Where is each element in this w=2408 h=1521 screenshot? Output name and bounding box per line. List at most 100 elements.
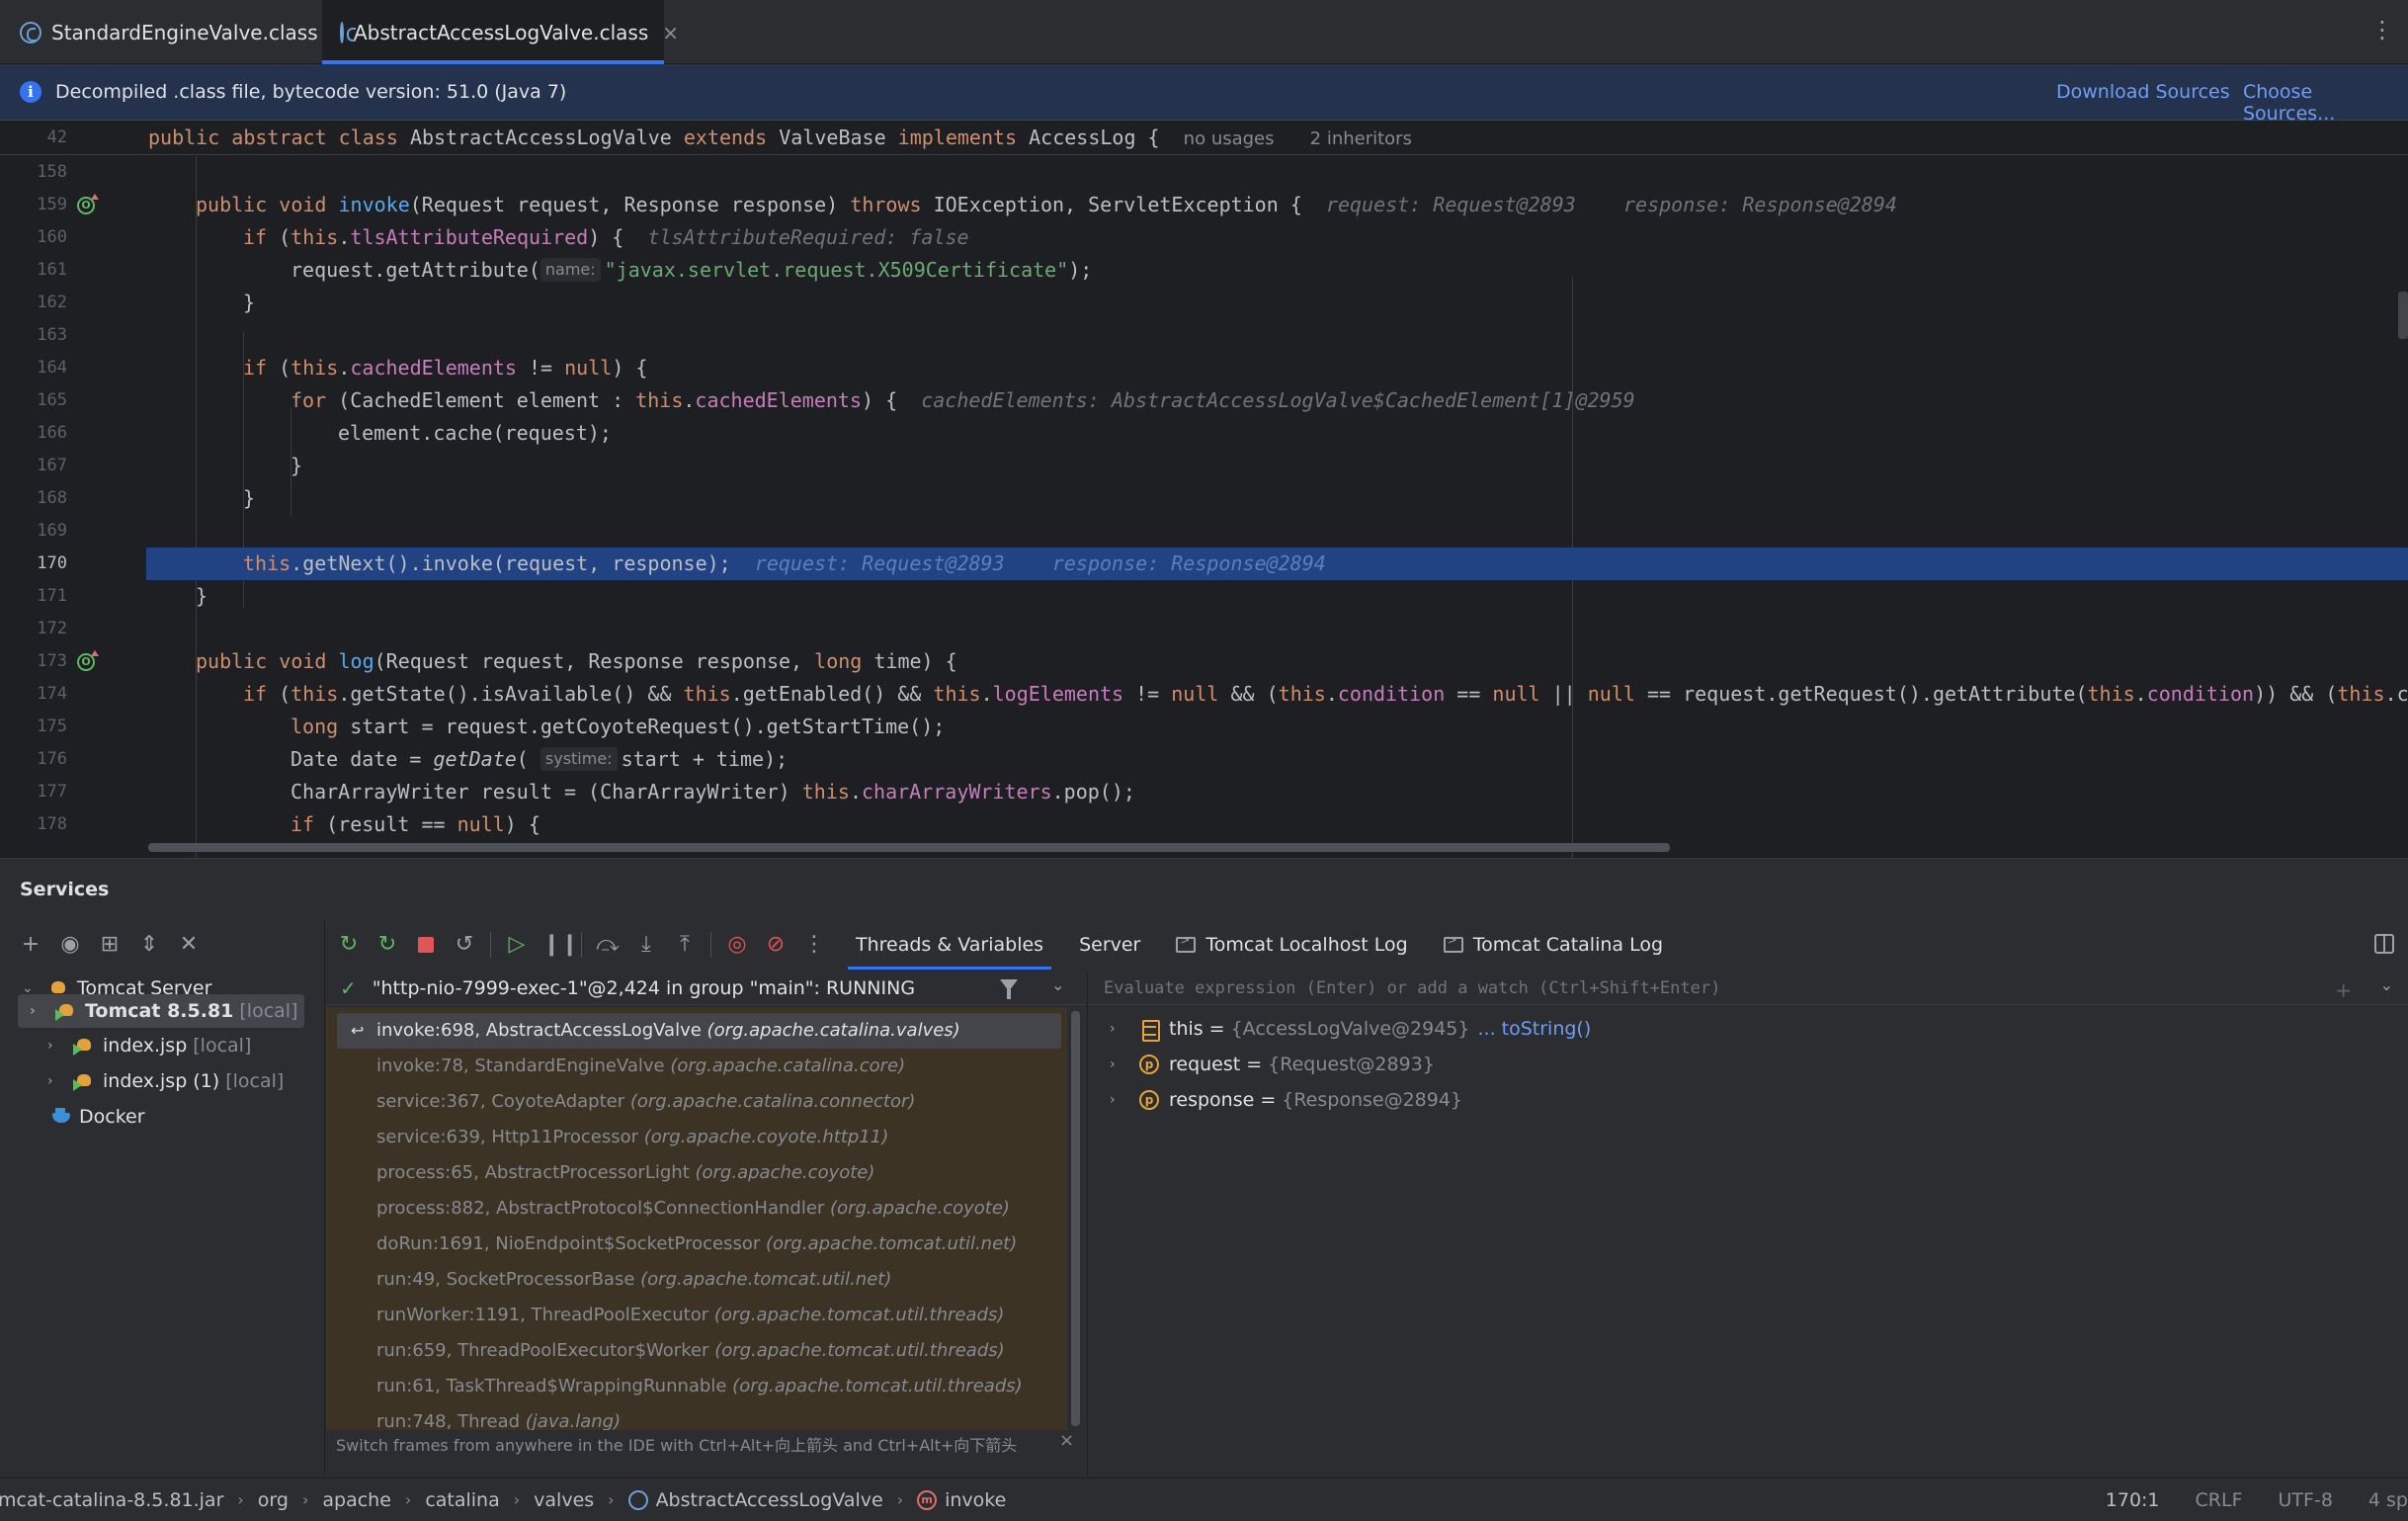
usages-hint[interactable]: no usages [1184,128,1275,149]
close-hint-icon[interactable]: × [1059,1430,1074,1451]
chevron-right-icon[interactable]: › [47,1073,63,1089]
code-line[interactable]: 158 [0,156,2408,189]
mute-breakpoints-icon[interactable]: ⊘ [763,932,789,958]
code-line[interactable]: 177 CharArrayWriter result = (CharArrayW… [0,776,2408,808]
close-tab-icon[interactable]: × [662,21,679,44]
new-group-icon[interactable]: ⊞ [97,932,123,958]
stack-frame[interactable]: invoke:78, StandardEngineValve (org.apac… [326,1049,1067,1084]
code-line[interactable]: 175 long start = request.getCoyoteReques… [0,711,2408,743]
collapse-all-icon[interactable]: ✕ [176,932,202,958]
stack-frame[interactable]: doRun:1691, NioEndpoint$SocketProcessor … [326,1226,1067,1262]
thread-selector[interactable]: ✓ "http-nio-7999-exec-1"@2,424 in group … [326,972,1085,1005]
code-line[interactable]: 172 [0,613,2408,645]
code-line[interactable]: 173 O public void log(Request request, R… [0,645,2408,678]
filter-icon[interactable] [1000,979,1018,999]
chevron-right-icon[interactable]: › [47,1038,63,1054]
breadcrumb-org[interactable]: org [258,1489,289,1511]
current-execution-line[interactable]: 170 this.getNext().invoke(request, respo… [0,548,2408,580]
vertical-scrollbar[interactable] [2398,292,2408,339]
code-line[interactable]: 178 if (result == null) { [0,808,2408,841]
step-out-icon[interactable]: ⤒ [672,932,698,958]
code-line[interactable]: 165 for (CachedElement element : this.ca… [0,384,2408,417]
view-breakpoints-icon[interactable]: ◎ [724,932,750,958]
stack-frame[interactable]: process:882, AbstractProtocol$Connection… [326,1191,1067,1226]
tab-server[interactable]: Server [1061,920,1158,970]
download-sources-link[interactable]: Download Sources [2056,81,2230,103]
override-gutter-icon[interactable]: O [77,650,99,671]
variable-this[interactable]: › this = {AccessLogValve@2945} ... toStr… [1088,1011,1591,1047]
layout-settings-icon[interactable] [2374,934,2394,954]
pause-icon[interactable]: ❙❙ [542,932,579,958]
stack-frame[interactable]: run:61, TaskThread$WrappingRunnable (org… [326,1369,1067,1404]
code-line[interactable]: 166 element.cache(request); [0,417,2408,450]
breadcrumb-method[interactable]: invoke [945,1489,1006,1511]
rerun-icon[interactable]: ↻ [336,932,362,958]
override-gutter-icon[interactable]: O [77,194,99,214]
chevron-right-icon[interactable]: › [30,1003,45,1019]
tab-threads-variables[interactable]: Threads & Variables [838,920,1061,970]
tab-abstract-access-log-valve[interactable]: AbstractAccessLogValve.class × [322,0,679,64]
rerun-failed-icon[interactable]: ↻ [374,932,400,958]
code-line[interactable]: 167 } [0,450,2408,482]
panel-divider[interactable] [324,920,325,1474]
breadcrumb-catalina[interactable]: catalina [425,1489,499,1511]
chevron-down-icon[interactable]: ⌄ [2380,975,2393,994]
sticky-class-header[interactable]: 42 public abstract class AbstractAccessL… [0,122,2408,155]
code-line[interactable]: 163 [0,319,2408,352]
choose-sources-link[interactable]: Choose Sources... [2243,81,2408,125]
breadcrumb-jar[interactable]: mcat-catalina-8.5.81.jar [0,1489,223,1511]
stack-frame[interactable]: service:639, Http11Processor (org.apache… [326,1120,1067,1155]
code-line[interactable]: 162 } [0,287,2408,319]
restart-icon[interactable]: ↺ [452,932,477,958]
to-string-link[interactable]: ... toString() [1477,1018,1591,1040]
frames-scrollbar[interactable] [1071,1011,1080,1426]
eye-icon[interactable]: ◉ [57,932,83,958]
stop-icon[interactable] [413,932,439,958]
stack-frame[interactable]: service:367, CoyoteAdapter (org.apache.c… [326,1084,1067,1120]
line-separator[interactable]: CRLF [2196,1489,2243,1511]
evaluate-expression-input[interactable] [1104,977,2191,998]
tree-node-index-jsp[interactable]: › index.jsp [local] [47,1029,308,1062]
inheritors-hint[interactable]: 2 inheritors [1310,128,1412,149]
variable-request[interactable]: › p request = {Request@2893} [1088,1047,1435,1082]
tree-node-docker[interactable]: Docker [51,1100,308,1134]
stack-frame[interactable]: process:65, AbstractProcessorLight (org.… [326,1155,1067,1191]
tab-tomcat-localhost-log[interactable]: Tomcat Localhost Log [1158,920,1425,970]
code-line[interactable]: 171 } [0,580,2408,613]
stack-frame[interactable]: run:659, ThreadPoolExecutor$Worker (org.… [326,1333,1067,1369]
chevron-down-icon[interactable]: ⌄ [1051,975,1064,994]
stack-frame[interactable]: run:748, Thread (java.lang) [326,1404,1067,1430]
code-line[interactable]: 160 if (this.tlsAttributeRequired) { tls… [0,221,2408,254]
stack-frame[interactable]: run:49, SocketProcessorBase (org.apache.… [326,1262,1067,1298]
file-encoding[interactable]: UTF-8 [2279,1489,2333,1511]
code-line[interactable]: 169 [0,515,2408,548]
chevron-right-icon[interactable]: › [1110,1092,1125,1108]
caret-position[interactable]: 170:1 [2106,1489,2160,1511]
current-stack-frame[interactable]: ↩ invoke:698, AbstractAccessLogValve (org… [337,1013,1061,1049]
resume-icon[interactable]: ▷ [504,932,530,958]
add-service-icon[interactable]: + [18,932,43,958]
more-options-icon[interactable]: ⋮ [801,932,827,958]
more-tabs-icon[interactable]: ⋮ [2370,18,2394,42]
expand-all-icon[interactable]: ⇕ [136,932,162,958]
tree-node-index-jsp-1[interactable]: › index.jsp (1) [local] [47,1064,308,1098]
chevron-right-icon[interactable]: › [1110,1021,1125,1037]
breadcrumb-class[interactable]: AbstractAccessLogValve [656,1489,883,1511]
breadcrumb-apache[interactable]: apache [322,1489,391,1511]
indent-setting[interactable]: 4 sp [2368,1489,2408,1511]
code-line[interactable]: 161 request.getAttribute(name: "javax.ser… [0,254,2408,287]
code-line[interactable]: 164 if (this.cachedElements != null) { [0,352,2408,384]
stack-frame[interactable]: runWorker:1191, ThreadPoolExecutor (org.… [326,1298,1067,1333]
code-line[interactable]: 176 Date date = getDate( systime: start +… [0,743,2408,776]
step-into-icon[interactable]: ⤓ [633,932,659,958]
code-line[interactable]: 168 } [0,482,2408,515]
code-line[interactable]: 174 if (this.getState().isAvailable() &&… [0,678,2408,711]
horizontal-scrollbar[interactable] [148,843,1670,852]
step-over-icon[interactable]: ⤼ [595,932,621,958]
chevron-right-icon[interactable]: › [1110,1056,1125,1072]
code-line[interactable]: 159 O public void invoke(Request request… [0,189,2408,221]
tab-standard-engine-valve[interactable]: StandardEngineValve.class [0,0,322,64]
add-watch-icon[interactable]: + [2335,978,2352,1002]
tab-tomcat-catalina-log[interactable]: Tomcat Catalina Log [1426,920,1681,970]
tree-node-tomcat-8581[interactable]: › Tomcat 8.5.81 [local] [18,994,304,1028]
